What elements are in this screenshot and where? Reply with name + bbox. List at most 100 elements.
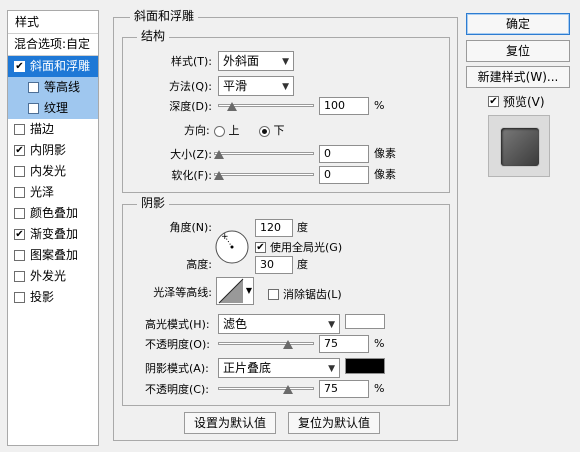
highlight-opacity-slider[interactable] — [218, 337, 314, 351]
shadow-mode-select[interactable]: 正片叠底 ▼ — [218, 358, 340, 378]
checkbox-icon[interactable] — [14, 187, 25, 198]
blending-options-item[interactable]: 混合选项:自定 — [8, 34, 98, 56]
chevron-down-icon: ▼ — [328, 364, 335, 374]
anti-aliased-label: 消除锯齿(L) — [283, 288, 342, 301]
style-item[interactable]: 描边 — [8, 119, 98, 140]
technique-select[interactable]: 平滑 ▼ — [218, 76, 294, 96]
highlight-mode-value: 滤色 — [223, 317, 248, 331]
angle-input[interactable]: 120 — [255, 219, 293, 237]
checkbox-icon[interactable]: ✔ — [488, 96, 499, 107]
style-item-label: 内发光 — [30, 164, 67, 178]
direction-label: 方向: — [184, 124, 210, 137]
style-item-label: 纹理 — [44, 101, 69, 115]
altitude-input[interactable]: 30 — [255, 256, 293, 274]
style-item[interactable]: 等高线 — [8, 77, 98, 98]
style-item[interactable]: 投影 — [8, 287, 98, 308]
style-item[interactable]: ✔ 斜面和浮雕 — [8, 56, 98, 77]
direction-down-radio[interactable]: 下 — [259, 124, 285, 138]
size-unit: 像素 — [374, 147, 396, 160]
style-item[interactable]: 外发光 — [8, 266, 98, 287]
size-input[interactable]: 0 — [319, 145, 369, 163]
gloss-contour-picker[interactable]: ▼ — [216, 277, 254, 305]
style-item-label: 描边 — [30, 122, 55, 136]
style-item[interactable]: 图案叠加 — [8, 245, 98, 266]
depth-slider[interactable] — [218, 99, 314, 113]
depth-input[interactable]: 100 — [319, 97, 369, 115]
shadow-mode-value: 正片叠底 — [223, 361, 272, 375]
soften-slider-thumb[interactable] — [214, 171, 224, 180]
svg-text:+: + — [221, 232, 229, 242]
style-item[interactable]: 纹理 — [8, 98, 98, 119]
chevron-down-icon[interactable]: ▼ — [246, 286, 252, 295]
anti-aliased-checkbox[interactable]: 消除锯齿(L) — [268, 286, 342, 302]
style-select-value: 外斜面 — [223, 54, 260, 68]
shadow-opacity-slider[interactable] — [218, 382, 314, 396]
shadow-opacity-thumb[interactable] — [282, 385, 293, 394]
size-slider-thumb[interactable] — [214, 150, 224, 159]
direction-up-radio[interactable]: 上 — [214, 124, 240, 138]
highlight-color-swatch[interactable] — [345, 314, 385, 329]
checkbox-icon[interactable] — [28, 103, 39, 114]
checkbox-icon[interactable]: ✔ — [14, 145, 25, 156]
structure-title: 结构 — [137, 29, 170, 43]
new-style-button[interactable]: 新建样式(W)... — [466, 66, 570, 88]
make-default-button[interactable]: 设置为默认值 — [184, 412, 276, 434]
style-item-label: 渐变叠加 — [30, 227, 79, 241]
style-label: 样式(T): — [170, 55, 212, 68]
contour-curve-icon — [218, 278, 244, 304]
angle-dial-icon[interactable]: + — [214, 229, 250, 265]
shadow-color-swatch[interactable] — [345, 358, 385, 374]
checkbox-icon[interactable] — [28, 82, 39, 93]
style-select[interactable]: 外斜面 ▼ — [218, 51, 294, 71]
style-item-label: 图案叠加 — [30, 248, 79, 262]
reset-button[interactable]: 复位 — [466, 40, 570, 62]
style-items: ✔ 斜面和浮雕 等高线纹理描边 ✔ 内阴影内发光光泽颜色叠加 ✔ 渐变叠加图案叠加外发光投影 — [8, 56, 98, 308]
style-item[interactable]: ✔ 内阴影 — [8, 140, 98, 161]
checkbox-icon[interactable] — [14, 292, 25, 303]
direction-up-label: 上 — [228, 124, 240, 137]
style-item[interactable]: 颜色叠加 — [8, 203, 98, 224]
angle-label: 角度(N): — [169, 221, 212, 234]
highlight-opacity-input[interactable]: 75 — [319, 335, 369, 353]
depth-label: 深度(D): — [169, 100, 212, 113]
highlight-opacity-thumb[interactable] — [282, 340, 293, 349]
angle-unit: 度 — [297, 221, 308, 234]
preview-checkbox[interactable]: ✔ 预览(V) — [488, 93, 545, 110]
style-item[interactable]: 光泽 — [8, 182, 98, 203]
style-item[interactable]: ✔ 渐变叠加 — [8, 224, 98, 245]
chevron-down-icon: ▼ — [282, 82, 289, 92]
style-item-label: 光泽 — [30, 185, 55, 199]
bevel-emboss-title: 斜面和浮雕 — [130, 9, 199, 23]
altitude-label: 高度: — [186, 258, 212, 271]
highlight-mode-select[interactable]: 滤色 ▼ — [218, 314, 340, 334]
checkbox-icon[interactable]: ✔ — [255, 241, 266, 253]
ok-button[interactable]: 确定 — [466, 13, 570, 35]
soften-slider[interactable] — [214, 168, 314, 182]
checkbox-icon[interactable] — [14, 166, 25, 177]
global-light-checkbox[interactable]: ✔ 使用全局光(G) — [255, 239, 342, 255]
size-label: 大小(Z): — [170, 148, 212, 161]
checkbox-icon[interactable] — [268, 288, 279, 300]
style-item-label: 投影 — [30, 290, 55, 304]
checkbox-icon[interactable]: ✔ — [14, 229, 25, 240]
preview-swatch-icon — [488, 115, 550, 177]
highlight-opacity-label: 不透明度(O): — [145, 338, 210, 351]
soften-input[interactable]: 0 — [319, 166, 369, 184]
depth-slider-thumb[interactable] — [226, 102, 237, 111]
style-item[interactable]: 内发光 — [8, 161, 98, 182]
shadow-opacity-input[interactable]: 75 — [319, 380, 369, 398]
highlight-opacity-unit: % — [374, 337, 385, 350]
checkbox-icon[interactable]: ✔ — [14, 61, 25, 72]
size-slider[interactable] — [214, 147, 314, 161]
checkbox-icon[interactable] — [14, 208, 25, 219]
checkbox-icon[interactable] — [14, 271, 25, 282]
checkbox-icon[interactable] — [14, 250, 25, 261]
gloss-contour-label: 光泽等高线: — [153, 286, 212, 299]
radio-up-icon[interactable] — [214, 125, 225, 137]
styles-header[interactable]: 样式 — [8, 11, 98, 34]
style-item-label: 颜色叠加 — [30, 206, 79, 220]
reset-default-button[interactable]: 复位为默认值 — [288, 412, 380, 434]
checkbox-icon[interactable] — [14, 124, 25, 135]
radio-down-icon[interactable] — [259, 125, 270, 137]
technique-label: 方法(Q): — [169, 80, 212, 93]
